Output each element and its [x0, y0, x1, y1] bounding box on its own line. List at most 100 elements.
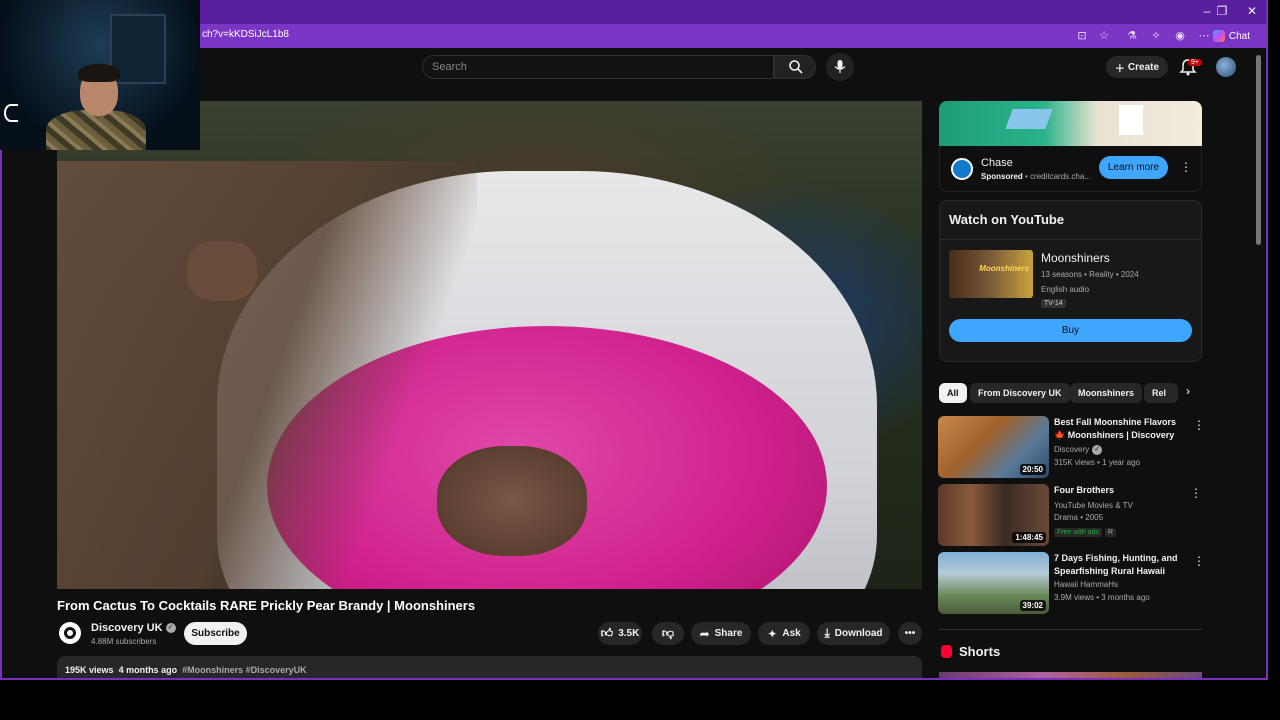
ad-banner-image[interactable]: [939, 101, 1202, 146]
page-scrollbar[interactable]: [1256, 55, 1261, 245]
free-with-ads-badge: Free with ads: [1054, 528, 1103, 537]
chip-from-discovery-uk[interactable]: From Discovery UK: [970, 383, 1070, 403]
create-button[interactable]: ＋ Create: [1106, 56, 1168, 78]
share-button[interactable]: ➦ Share: [691, 622, 751, 645]
verified-icon: ✓: [165, 623, 176, 634]
ask-button[interactable]: ✦ Ask: [758, 622, 810, 645]
url-text[interactable]: ch?v=kKDSiJcL1b8: [202, 29, 289, 40]
favorites-icon[interactable]: ✧: [1148, 28, 1164, 44]
share-label: Share: [714, 628, 743, 639]
video-title: From Cactus To Cocktails RARE Prickly Pe…: [57, 598, 476, 613]
divider: [939, 629, 1202, 630]
subscribe-button[interactable]: Subscribe: [184, 622, 247, 645]
video-player[interactable]: [57, 101, 922, 589]
notification-badge: 9+: [1188, 59, 1202, 66]
show-title[interactable]: Moonshiners: [1041, 251, 1110, 265]
divider: [940, 239, 1201, 240]
hashtags[interactable]: #Moonshiners #DiscoveryUK: [182, 665, 307, 675]
ad-advertiser[interactable]: Chase: [981, 157, 1013, 169]
recommendation-menu-icon[interactable]: ⋮: [1190, 486, 1202, 500]
search-input[interactable]: Search: [422, 55, 774, 79]
like-button[interactable]: 👍︎ 3.5K: [598, 622, 642, 645]
chip-all[interactable]: All: [939, 383, 967, 403]
search-button[interactable]: [774, 55, 816, 79]
recommendation-stats: 315K views • 1 year ago: [1054, 458, 1140, 467]
show-audio: English audio: [1041, 285, 1090, 294]
subscriber-count: 4.88M subscribers: [91, 637, 157, 646]
video-duration: 20:50: [1019, 464, 1046, 475]
account-avatar[interactable]: [1216, 57, 1236, 77]
ad-menu-icon[interactable]: ⋮: [1180, 160, 1192, 174]
restore-icon[interactable]: ❐: [1207, 4, 1237, 18]
show-poster[interactable]: Moonshiners: [949, 250, 1033, 298]
chip-moonshiners[interactable]: Moonshiners: [1070, 383, 1143, 403]
microphone-icon: [834, 60, 846, 73]
share-icon: ➦: [699, 626, 710, 641]
upload-age: 4 months ago: [118, 665, 178, 675]
description-meta: 195K views 4 months ago #Moonshiners #Di…: [65, 665, 307, 675]
recommendation-stats: 3.9M views • 3 months ago: [1054, 593, 1150, 602]
chevron-right-icon[interactable]: ›: [1180, 384, 1196, 402]
copilot-chat-button[interactable]: Chat: [1207, 27, 1256, 45]
learn-more-button[interactable]: Learn more: [1099, 156, 1168, 179]
recommendation-channel[interactable]: Hawaii HammaHs: [1054, 580, 1118, 589]
profile-icon[interactable]: ◉: [1172, 28, 1188, 44]
chase-logo-icon: [951, 158, 973, 180]
recommendation-menu-icon[interactable]: ⋮: [1193, 418, 1205, 432]
video-frame-hand: [437, 446, 587, 556]
recommendation-stats: Drama • 2005: [1054, 513, 1104, 522]
recommendation-title[interactable]: Four Brothers: [1054, 484, 1186, 497]
recommendation-thumbnail[interactable]: 1:48:45: [938, 484, 1049, 546]
verified-icon: ✓: [1092, 445, 1103, 455]
like-count: 3.5K: [618, 628, 640, 639]
show-meta: 13 seasons • Reality • 2024: [1041, 270, 1139, 279]
more-horizontal-icon: •••: [904, 628, 916, 639]
sparkle-icon: ✦: [767, 626, 778, 641]
view-count: 195K views: [65, 665, 114, 675]
recommendation-thumbnail[interactable]: 20:50: [938, 416, 1049, 478]
split-screen-icon[interactable]: ⊡: [1074, 28, 1090, 44]
video-frame-arm: [57, 161, 477, 589]
channel-name[interactable]: Discovery UK: [91, 622, 163, 634]
thumbs-up-icon: 👍︎: [600, 626, 614, 640]
chip-related[interactable]: Rel: [1144, 383, 1178, 403]
channel-avatar[interactable]: [59, 622, 81, 644]
extension-icon[interactable]: ⚗: [1124, 28, 1140, 44]
download-label: Download: [834, 628, 883, 639]
copilot-icon: [1212, 30, 1225, 42]
recommendation-menu-icon[interactable]: ⋮: [1193, 554, 1205, 568]
chat-label: Chat: [1228, 30, 1250, 42]
video-frame-hand-left: [187, 241, 257, 301]
thumbs-down-icon: 👎︎: [661, 626, 675, 640]
webcam-overlay: [0, 0, 200, 150]
watch-on-youtube-heading: Watch on YouTube: [949, 212, 1065, 227]
favorite-star-icon[interactable]: ☆: [1096, 28, 1112, 44]
shorts-heading: Shorts: [959, 644, 1001, 659]
create-label: Create: [1127, 61, 1160, 73]
shorts-thumbnails[interactable]: [939, 672, 1202, 678]
plus-icon: ＋: [1114, 63, 1125, 75]
ad-sponsored-line: Sponsored • creditcards.cha...: [981, 172, 1091, 181]
recommendation-channel[interactable]: YouTube Movies & TV: [1054, 501, 1133, 510]
recommendation-title[interactable]: Best Fall Moonshine Flavors 🍁 Moonshiner…: [1054, 416, 1186, 441]
buy-button[interactable]: Buy: [949, 319, 1192, 342]
recommendation-channel[interactable]: Discovery ✓: [1054, 445, 1103, 455]
ask-label: Ask: [782, 628, 801, 639]
search-icon: [789, 60, 803, 74]
download-button[interactable]: ⤓ Download: [817, 622, 890, 645]
voice-search-button[interactable]: [826, 53, 854, 81]
more-actions-button[interactable]: •••: [898, 622, 922, 645]
channel-name-row[interactable]: Discovery UK ✓: [91, 622, 176, 634]
shorts-icon: [941, 645, 952, 658]
video-duration: 39:02: [1019, 600, 1046, 611]
recommendation-thumbnail[interactable]: 39:02: [938, 552, 1049, 614]
recommendation-title[interactable]: 7 Days Fishing, Hunting, and Spearfishin…: [1054, 552, 1186, 577]
sponsored-label: Sponsored: [981, 172, 1023, 181]
close-icon[interactable]: ✕: [1237, 4, 1266, 18]
content-rating-badge: TV-14: [1041, 299, 1066, 308]
rating-badge: R: [1105, 528, 1117, 537]
dislike-button[interactable]: 👎︎: [652, 622, 684, 645]
download-icon: ⤓: [824, 626, 830, 640]
video-duration: 1:48:45: [1012, 532, 1046, 543]
recommendation-badges: Free with ads R: [1054, 527, 1117, 537]
